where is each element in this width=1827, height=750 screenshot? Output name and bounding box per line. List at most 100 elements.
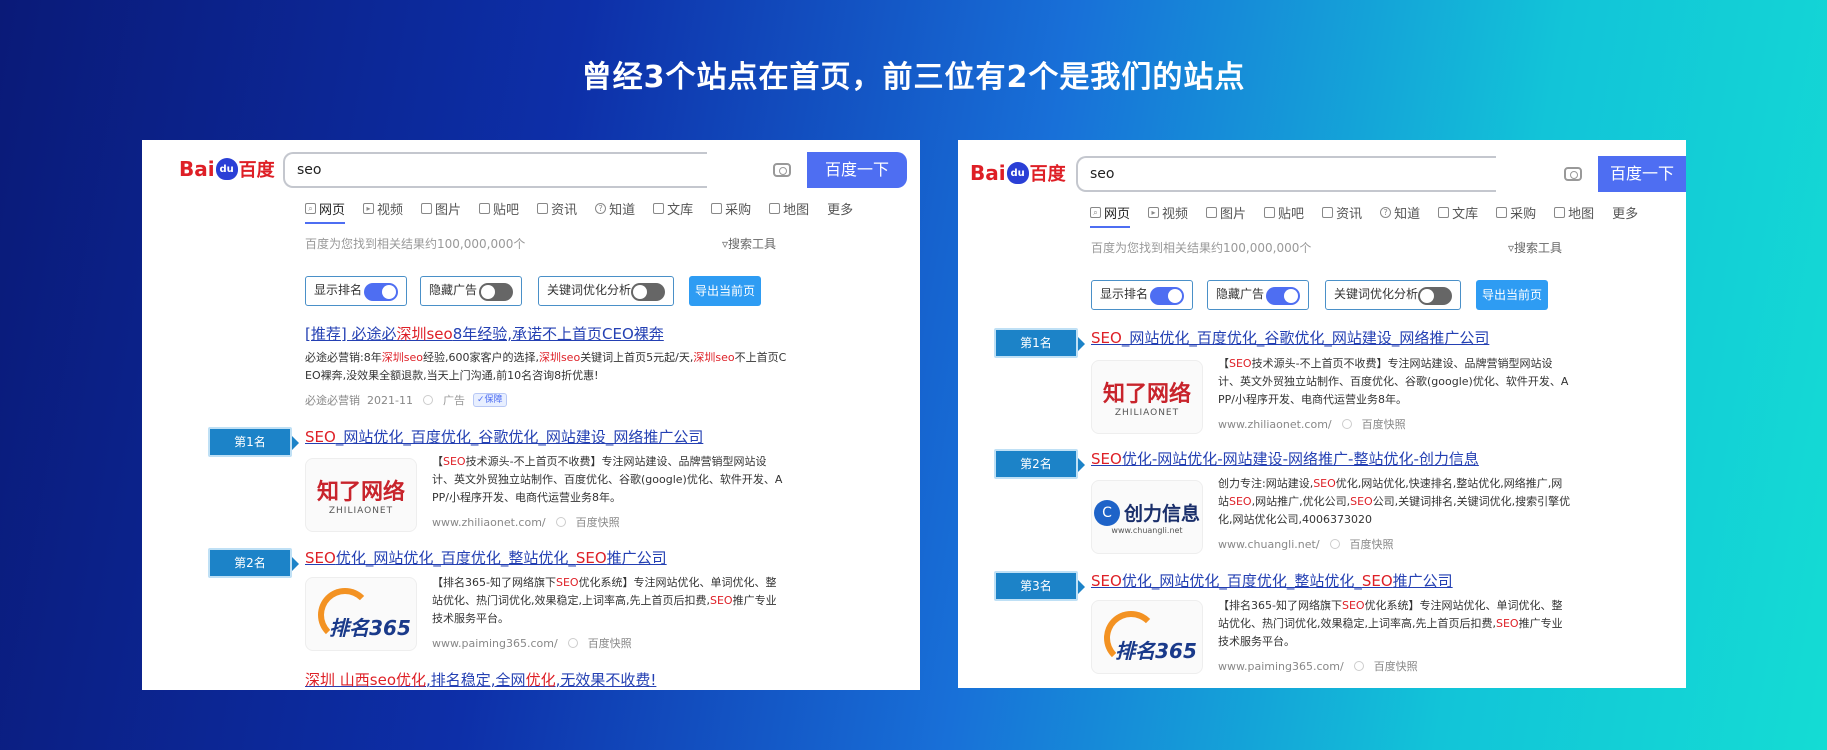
desc-text: 【排名365-知了网络旗下	[1218, 599, 1342, 612]
result-title[interactable]: SEO_网站优化_百度优化_谷歌优化_网站建设_网络推广公司	[1091, 327, 1489, 348]
tab-web[interactable]: ⌕ 网页	[305, 196, 346, 224]
info-icon[interactable]	[567, 638, 578, 648]
desc-text: 关键词上首页5元起/天,	[580, 351, 694, 364]
info-icon[interactable]	[422, 395, 433, 405]
toggle-switch[interactable]	[1150, 287, 1184, 305]
desc-text: 经验,600家客户的选择,	[422, 351, 539, 364]
result-meta: www.zhiliaonet.com/ 百度快照	[1218, 416, 1406, 432]
toggle-keyword-analysis[interactable]: 关键词优化分析	[538, 276, 674, 306]
desc-text: 优化系统】专注网站优化、单词优化、整	[1364, 599, 1563, 612]
desc-line: EO裸奔,没效果全额退款,当天上门沟通,前10名咨询8折优惠!	[305, 369, 599, 382]
desc-text: 站优化、热门词优化,效果稳定,上词率高,先上首页后扣费,	[432, 594, 710, 607]
tab-map[interactable]: 地图	[1554, 200, 1594, 224]
toggle-keyword-analysis[interactable]: 关键词优化分析	[1325, 280, 1461, 310]
tab-video[interactable]: ▸ 视频	[1148, 200, 1188, 224]
search-tools[interactable]: ▿搜索工具	[722, 235, 776, 252]
desc-text: 不上首页C	[734, 351, 787, 364]
baidu-logo[interactable]: Bai du 百度	[179, 156, 275, 182]
desc-highlight: SEO	[1313, 477, 1336, 490]
result-logo[interactable]: C 创力信息 www.chuangli.net	[1091, 480, 1203, 554]
tab-zhidao[interactable]: ? 知道	[595, 196, 635, 220]
camera-icon[interactable]	[773, 163, 791, 177]
tab-purchase[interactable]: 采购	[711, 196, 751, 220]
tab-news[interactable]: 资讯	[537, 196, 577, 220]
search-button[interactable]: 百度一下	[1598, 156, 1686, 192]
toggle-hide-ads[interactable]: 隐藏广告	[420, 276, 522, 306]
result-title[interactable]: SEO_网站优化_百度优化_谷歌优化_网站建设_网络推广公司	[305, 426, 703, 447]
result-logo[interactable]: 知了网络 ZHILIAONET	[1091, 360, 1203, 434]
desc-highlight: SEO	[443, 455, 466, 468]
result-logo[interactable]: 知了网络 ZHILIAONET	[305, 458, 417, 532]
result-url[interactable]: www.zhiliaonet.com/	[432, 516, 546, 529]
info-icon[interactable]	[1329, 539, 1340, 549]
search-input[interactable]: seo	[283, 152, 707, 188]
image-icon	[421, 202, 433, 214]
tab-zhidao[interactable]: ? 知道	[1380, 200, 1420, 224]
toggle-switch[interactable]	[364, 283, 398, 301]
tab-tieba[interactable]: 贴吧	[1264, 200, 1304, 224]
logo-text-cn: 百度	[238, 160, 275, 181]
snapshot-link[interactable]: 百度快照	[576, 514, 620, 530]
result-title[interactable]: SEO优化_网站优化_百度优化_整站优化_SEO推广公司	[1091, 570, 1453, 591]
toggle-show-rank[interactable]: 显示排名	[1091, 280, 1193, 310]
tab-image[interactable]: 图片	[1206, 200, 1246, 224]
info-icon[interactable]	[1353, 661, 1364, 671]
desc-highlight: 深圳seo	[381, 351, 423, 364]
tab-wenku[interactable]: 文库	[1438, 200, 1478, 224]
ad-result-title[interactable]: [推荐] 必途必深圳seo8年经验,承诺不上首页CEO裸奔	[305, 323, 664, 344]
search-input[interactable]: seo	[1076, 156, 1496, 192]
search-tools[interactable]: ▿搜索工具	[1508, 239, 1562, 256]
paw-icon: du	[215, 158, 238, 180]
info-icon[interactable]	[1341, 419, 1352, 429]
baidu-logo[interactable]: Bai du 百度	[970, 160, 1066, 186]
desc-text: 优化,网站优化,快速排名,整站优化,网络推广,网	[1335, 477, 1563, 490]
result-logo[interactable]: 排名365	[1091, 600, 1203, 674]
toggle-knob	[1168, 289, 1182, 303]
result-logo[interactable]: 排名365	[305, 577, 417, 651]
title-text: 优化_网站优化_百度优化_整站优化_	[335, 549, 576, 567]
tab-label: 网页	[1104, 206, 1131, 222]
result-url[interactable]: www.zhiliaonet.com/	[1218, 418, 1332, 431]
camera-icon[interactable]	[1564, 167, 1582, 181]
snapshot-link[interactable]: 百度快照	[1374, 658, 1418, 674]
tab-label: 网页	[319, 202, 346, 218]
toggle-switch[interactable]	[631, 283, 665, 301]
tab-news[interactable]: 资讯	[1322, 200, 1362, 224]
result-url[interactable]: www.paiming365.com/	[1218, 660, 1344, 673]
tab-tieba[interactable]: 贴吧	[479, 196, 519, 220]
tab-image[interactable]: 图片	[421, 196, 461, 220]
result-title[interactable]: 深圳 山西seo优化,排名稳定,全网优化,无效果不收费!	[305, 669, 656, 690]
result-title[interactable]: SEO优化-网站优化-网站建设-网络推广-整站优化-创力信息	[1091, 448, 1479, 469]
snapshot-link[interactable]: 百度快照	[1362, 416, 1406, 432]
source-name: 必途必营销	[305, 394, 360, 407]
tab-web[interactable]: ⌕ 网页	[1090, 200, 1131, 228]
export-page-button[interactable]: 导出当前页	[689, 276, 761, 306]
tab-more[interactable]: 更多	[1612, 200, 1638, 224]
toggle-knob	[633, 285, 647, 299]
toggle-switch[interactable]	[1418, 287, 1452, 305]
tab-wenku[interactable]: 文库	[653, 196, 693, 220]
toggle-switch[interactable]	[1266, 287, 1300, 305]
title-highlight: seo优化	[369, 671, 427, 689]
title-highlight: SEO	[1091, 572, 1122, 590]
headline: 曾经3个站点在首页，前三位有2个是我们的站点	[581, 60, 1246, 95]
title-highlight: SEO	[1091, 450, 1122, 468]
toggle-switch[interactable]	[479, 283, 513, 301]
snapshot-link[interactable]: 百度快照	[588, 635, 632, 651]
result-title[interactable]: SEO优化_网站优化_百度优化_整站优化_SEO推广公司	[305, 547, 667, 568]
result-url[interactable]: www.chuangli.net/	[1218, 538, 1320, 551]
snapshot-link[interactable]: 百度快照	[1350, 536, 1394, 552]
toggle-label: 关键词优化分析	[1334, 287, 1419, 301]
toggle-hide-ads[interactable]: 隐藏广告	[1207, 280, 1309, 310]
export-page-button[interactable]: 导出当前页	[1476, 280, 1548, 310]
toggle-show-rank[interactable]: 显示排名	[305, 276, 407, 306]
tab-more[interactable]: 更多	[827, 196, 853, 220]
search-button[interactable]: 百度一下	[807, 152, 907, 188]
tab-video[interactable]: ▸ 视频	[363, 196, 403, 220]
result-url[interactable]: www.paiming365.com/	[432, 637, 558, 650]
purchase-icon	[711, 202, 723, 214]
tab-purchase[interactable]: 采购	[1496, 200, 1536, 224]
date: 2021-11	[367, 393, 413, 407]
tab-map[interactable]: 地图	[769, 196, 809, 220]
info-icon[interactable]	[555, 517, 566, 527]
